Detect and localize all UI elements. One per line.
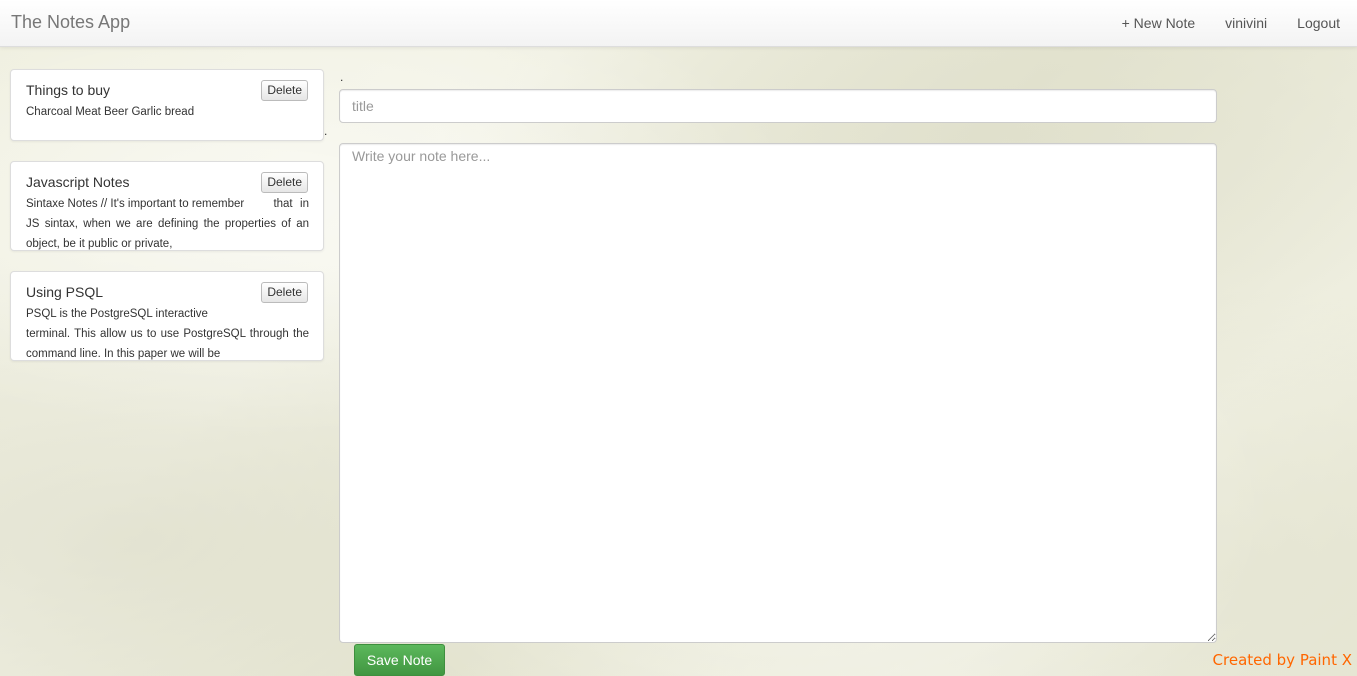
note-card[interactable]: Using PSQL Delete PSQL is the PostgreSQL… bbox=[10, 271, 324, 361]
delete-note-button[interactable]: Delete bbox=[261, 80, 308, 101]
note-body-rest: terminal. This allow us to use PostgreSQ… bbox=[26, 328, 309, 360]
note-body: Charcoal Meat Beer Garlic bread bbox=[26, 102, 309, 122]
nav-right: + New Note vinivini Logout bbox=[1122, 15, 1340, 31]
note-title: Using PSQL bbox=[26, 284, 104, 300]
delete-note-button[interactable]: Delete bbox=[261, 172, 308, 193]
note-body-textarea[interactable] bbox=[339, 143, 1217, 643]
note-body-first: Sintaxe Notes // It's important to remem… bbox=[26, 198, 245, 210]
note-body-first: PSQL is the PostgreSQL interactive bbox=[26, 308, 208, 320]
separator-dot: . bbox=[324, 124, 328, 138]
note-body: Sintaxe Notes // It's important to remem… bbox=[26, 194, 309, 250]
separator-dot: . bbox=[340, 70, 344, 84]
username-link[interactable]: vinivini bbox=[1225, 15, 1267, 31]
delete-note-button[interactable]: Delete bbox=[261, 282, 308, 303]
navbar: The Notes App + New Note vinivini Logout bbox=[0, 0, 1357, 47]
note-title: Javascript Notes bbox=[26, 174, 130, 190]
logout-link[interactable]: Logout bbox=[1297, 15, 1340, 31]
note-body: PSQL is the PostgreSQL interactive termi… bbox=[26, 304, 309, 360]
credit-text: Created by Paint X bbox=[1212, 651, 1352, 669]
note-title: Things to buy bbox=[26, 82, 111, 98]
save-note-button[interactable]: Save Note bbox=[354, 644, 445, 676]
new-note-link[interactable]: + New Note bbox=[1122, 15, 1196, 31]
note-body-first: Charcoal Meat Beer Garlic bread bbox=[26, 106, 195, 118]
note-title-input[interactable] bbox=[339, 89, 1217, 123]
app-brand[interactable]: The Notes App bbox=[11, 12, 130, 33]
note-card[interactable]: Javascript Notes Delete Sintaxe Notes //… bbox=[10, 161, 324, 251]
note-card[interactable]: Things to buy Delete Charcoal Meat Beer … bbox=[10, 69, 324, 141]
